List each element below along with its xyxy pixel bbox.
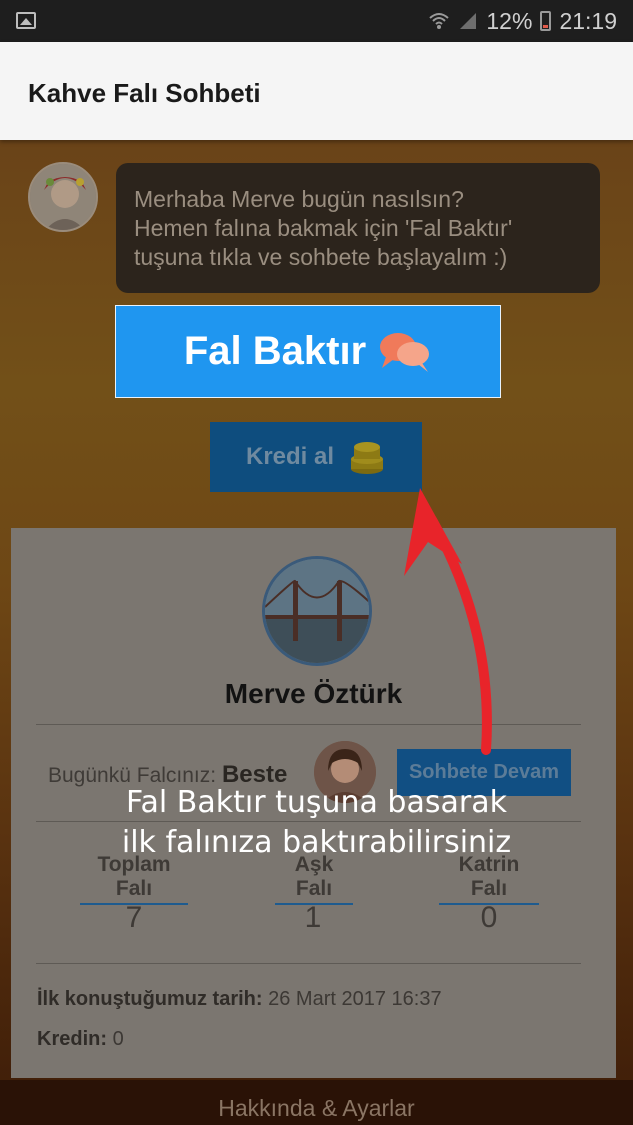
kredi-al-label: Kredi al bbox=[245, 443, 335, 470]
stat-katrin-value: 0 bbox=[480, 901, 498, 934]
coins-icon bbox=[351, 442, 384, 474]
stat-love-value: 1 bbox=[304, 901, 322, 934]
app-bar: Kahve Falı Sohbeti bbox=[0, 42, 633, 140]
status-bar: 12% 21:19 bbox=[0, 0, 633, 42]
clock: 21:19 bbox=[559, 7, 617, 34]
first-talk-date: 26 Mart 2017 16:37 bbox=[268, 988, 442, 1010]
credit-value: 0 bbox=[112, 1028, 124, 1050]
credit-label: Kredin: bbox=[37, 1028, 107, 1050]
chat-line-3: tuşuna tıkla ve sohbete başlayalım :) bbox=[134, 244, 508, 270]
fortune-teller-avatar bbox=[28, 162, 98, 232]
first-talk-label: İlk konuştuğumuz tarih: bbox=[37, 988, 263, 1010]
chat-line-2: Hemen falına bakmak için 'Fal Baktır' bbox=[134, 215, 513, 241]
speech-bubbles-icon bbox=[380, 332, 430, 372]
first-talk-info: İlk konuştuğumuz tarih: 26 Mart 2017 16:… bbox=[37, 988, 442, 1011]
caption-line-2: ilk falınıza baktırabilirsiniz bbox=[121, 825, 512, 860]
fal-baktir-button[interactable]: Fal Baktır bbox=[115, 305, 501, 398]
app-title: Kahve Falı Sohbeti bbox=[28, 78, 261, 108]
signal-icon bbox=[460, 13, 477, 29]
wifi-icon bbox=[429, 13, 450, 29]
caption-line-1: Fal Baktır tuşuna basarak bbox=[126, 785, 507, 820]
tutorial-arrow-icon bbox=[404, 488, 492, 755]
divider bbox=[36, 963, 581, 964]
stat-total-value: 7 bbox=[125, 901, 143, 934]
battery-icon bbox=[540, 11, 552, 31]
battery-percent: 12% bbox=[486, 7, 533, 34]
credit-info: Kredin: 0 bbox=[37, 1028, 124, 1051]
chat-line-1: Merhaba Merve bugün nasılsın? bbox=[134, 186, 464, 212]
chat-message-bubble: Merhaba Merve bugün nasılsın? Hemen falı… bbox=[116, 163, 600, 293]
fal-baktir-label: Fal Baktır bbox=[183, 329, 367, 373]
about-settings-bar[interactable]: Hakkında & Ayarlar bbox=[0, 1080, 633, 1125]
image-icon bbox=[16, 12, 36, 29]
profile-avatar bbox=[262, 556, 372, 666]
tutorial-caption: Fal Baktır tuşuna basarak ilk falınıza b… bbox=[0, 783, 633, 863]
about-settings-label: Hakkında & Ayarlar bbox=[218, 1095, 415, 1121]
